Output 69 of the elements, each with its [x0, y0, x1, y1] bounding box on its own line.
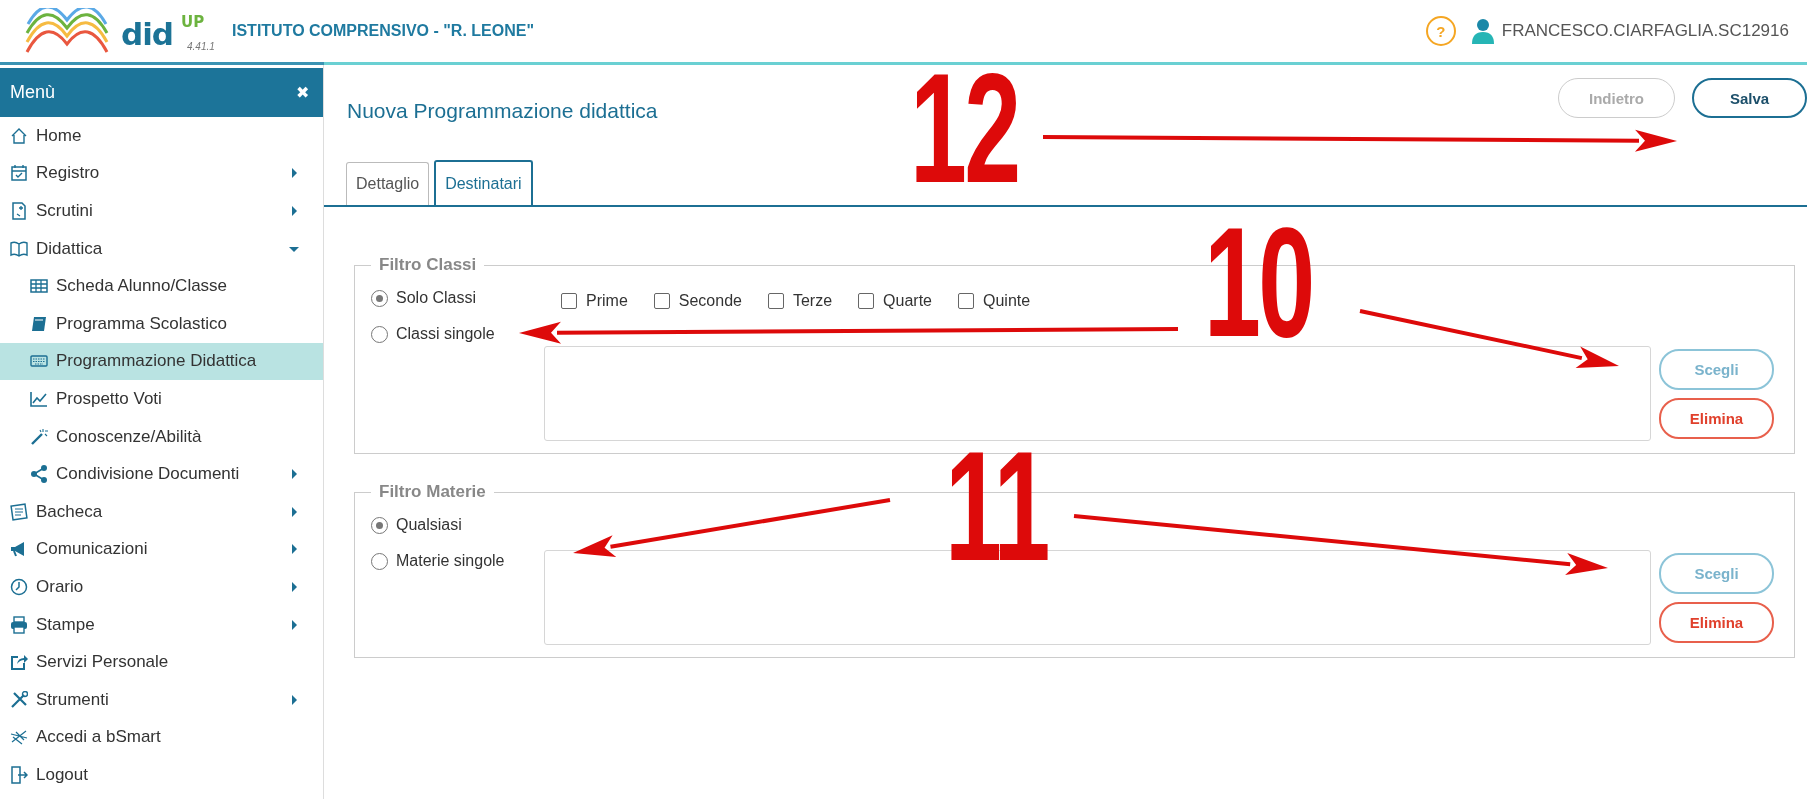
menu-icon	[10, 502, 28, 521]
checkbox-label: Quarte	[883, 292, 932, 310]
menu-icon	[10, 239, 28, 258]
menu-icon	[10, 728, 28, 747]
checkbox-label: Quinte	[983, 292, 1031, 310]
menu-icon	[10, 765, 28, 784]
checkbox[interactable]	[858, 293, 875, 309]
menu-item[interactable]: Accedi a bSmart	[0, 718, 323, 757]
menu-item[interactable]: Programmazione Didattica	[0, 342, 323, 381]
menu-item[interactable]: Programma Scolastico	[0, 304, 323, 343]
menu-icon	[30, 465, 48, 484]
checkbox-label: Prime	[586, 292, 628, 310]
brand-superscript: UP	[181, 13, 205, 31]
panel-legend: Filtro Classi	[371, 255, 485, 275]
radio-label: Solo Classi	[396, 289, 477, 307]
menu-icon	[30, 389, 48, 408]
annotation-number: 12	[910, 51, 1019, 206]
annotation-number: 11	[945, 429, 1048, 584]
menu-icon	[10, 690, 28, 709]
delete-button[interactable]: Elimina	[1659, 601, 1774, 643]
menu-item[interactable]: Stampe	[0, 605, 323, 644]
menu-item[interactable]: Conoscenze/Abilità	[0, 417, 323, 456]
logo-icon	[24, 8, 110, 54]
annotation-number: 10	[1204, 205, 1313, 360]
menu-icon	[10, 164, 28, 183]
tab[interactable]: Dettaglio	[346, 162, 430, 205]
tab[interactable]: Destinatari	[434, 160, 533, 205]
menu-item[interactable]: Scheda Alunno/Classe	[0, 267, 323, 305]
checkbox-label: Seconde	[678, 292, 742, 310]
menu-item[interactable]: Scrutini	[0, 192, 323, 230]
menu-icon	[30, 427, 48, 446]
delete-button[interactable]: Elimina	[1659, 397, 1774, 439]
menu-item[interactable]: Bacheca	[0, 492, 323, 531]
user-icon	[1471, 18, 1494, 44]
menu-item[interactable]: Comunicazioni	[0, 530, 323, 569]
user-name[interactable]: FRANCESCO.CIARFAGLIA.SC12916	[1501, 21, 1789, 41]
menu-icon	[10, 653, 28, 672]
menu-item[interactable]: Orario	[0, 568, 323, 606]
brand-name: did	[121, 17, 173, 51]
menu-title: Menù	[10, 82, 56, 103]
menu-icon	[10, 126, 28, 145]
radio-label: Classi singole	[396, 325, 495, 343]
menu-item[interactable]: Registro	[0, 154, 323, 193]
menu-item[interactable]: Home	[0, 117, 323, 155]
action-button[interactable]: Salva	[1692, 78, 1807, 118]
version-label: 4.41.1	[187, 41, 215, 52]
selection-field[interactable]	[544, 346, 1651, 441]
menu-item[interactable]: Didattica	[0, 229, 323, 268]
checkbox[interactable]	[653, 293, 670, 309]
menu-icon	[10, 577, 28, 596]
menu-icon	[30, 277, 48, 296]
radio-label: Materie singole	[396, 552, 505, 570]
menu-item[interactable]: Logout	[0, 756, 323, 794]
menu-item[interactable]: Strumenti	[0, 680, 323, 719]
radio-label: Qualsiasi	[396, 516, 462, 534]
checkbox[interactable]	[561, 293, 577, 309]
menu-icon	[30, 314, 48, 333]
close-icon[interactable]: ✖	[296, 83, 309, 102]
checkbox[interactable]	[767, 293, 784, 309]
school-name: ISTITUTO COMPRENSIVO - "R. LEONE"	[232, 22, 534, 40]
checkbox[interactable]	[958, 293, 974, 309]
menu-icon	[10, 202, 28, 220]
checkbox-label: Terze	[792, 292, 833, 310]
panel-legend: Filtro Materie	[371, 482, 494, 502]
menu-item[interactable]: Condivisione Documenti	[0, 455, 323, 493]
menu-icon	[10, 615, 28, 634]
menu-item[interactable]: Prospetto Voti	[0, 380, 323, 418]
menu-item[interactable]: Servizi Personale	[0, 643, 323, 681]
page-title: Nuova Programmazione didattica	[347, 99, 658, 123]
